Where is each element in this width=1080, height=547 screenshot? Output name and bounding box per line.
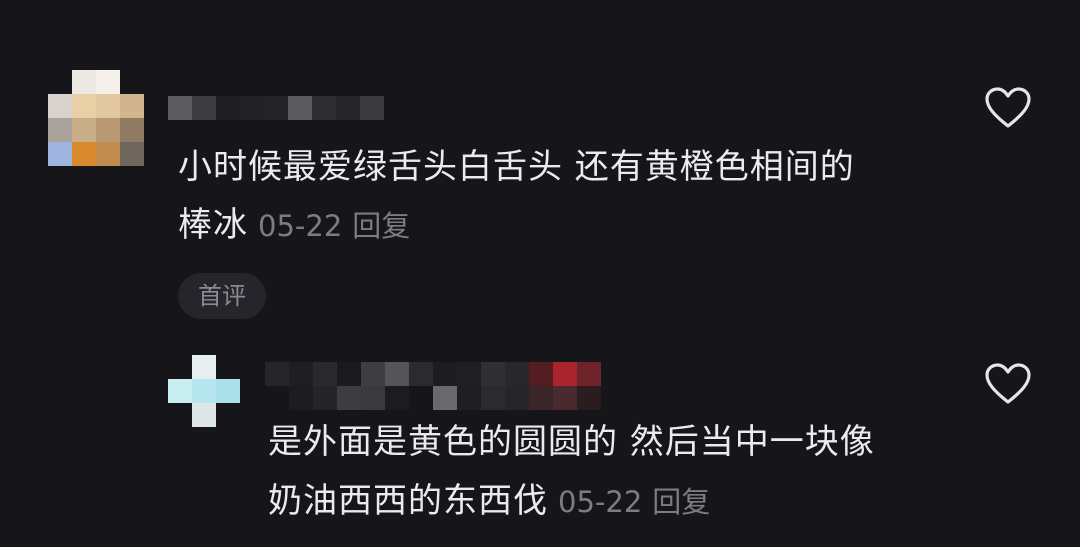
comment-text-line2-content: 棒冰 [178, 205, 248, 245]
comment-date: 05-22 [258, 209, 343, 243]
reply-text-line2: 奶油西西的东西伐 05-22 回复 [268, 472, 710, 531]
comment-thread: 小时候最爱绿舌头白舌头 还有黄橙色相间的 棒冰 05-22 回复 首评 是外面是黄色… [0, 0, 1080, 547]
reply-text-line2-content: 奶油西西的东西伐 [268, 481, 548, 521]
comment-text-line1: 小时候最爱绿舌头白舌头 还有黄橙色相间的 [178, 147, 855, 187]
comment-reply-button[interactable]: 回复 [352, 209, 410, 243]
heart-outline-icon[interactable] [984, 86, 1032, 130]
reply-text-line1: 是外面是黄色的圆圆的 然后当中一块像 [268, 422, 875, 462]
replier-avatar[interactable] [168, 355, 240, 427]
comment-text-line2: 棒冰 05-22 回复 [178, 196, 410, 255]
reply-date: 05-22 [558, 485, 643, 519]
first-comment-badge: 首评 [178, 273, 266, 319]
reply-reply-button[interactable]: 回复 [652, 485, 710, 519]
heart-outline-icon[interactable] [984, 362, 1032, 406]
commenter-avatar[interactable] [48, 70, 144, 166]
commenter-username[interactable] [168, 96, 408, 120]
replier-username[interactable] [265, 362, 601, 410]
